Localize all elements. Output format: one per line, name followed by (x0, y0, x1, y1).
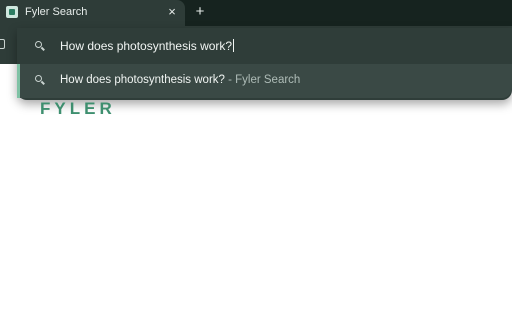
tab-title: Fyler Search (25, 6, 88, 18)
address-input[interactable]: How does photosynthesis work? (60, 39, 235, 53)
search-icon (35, 41, 45, 51)
close-icon[interactable]: × (164, 4, 180, 20)
suggestion-source: - Fyler Search (224, 74, 301, 86)
tab-fyler-search[interactable]: Fyler Search × (0, 0, 185, 26)
address-bar[interactable]: How does photosynthesis work? (17, 30, 512, 64)
search-icon (35, 75, 45, 85)
omnibox-suggestion[interactable]: How does photosynthesis work? - Fyler Se… (17, 64, 512, 98)
fyler-logo: FYLER (40, 99, 116, 118)
tab-strip: Fyler Search × + (0, 0, 512, 26)
suggestion-text: How does photosynthesis work? - Fyler Se… (60, 74, 300, 86)
extension-icon[interactable] (0, 39, 5, 49)
omnibox-dropdown: How does photosynthesis work? How does p… (17, 28, 512, 100)
fyler-favicon-icon (6, 6, 18, 18)
suggestion-query: How does photosynthesis work? (60, 74, 225, 86)
text-caret (233, 39, 235, 52)
new-tab-button[interactable]: + (192, 4, 208, 20)
